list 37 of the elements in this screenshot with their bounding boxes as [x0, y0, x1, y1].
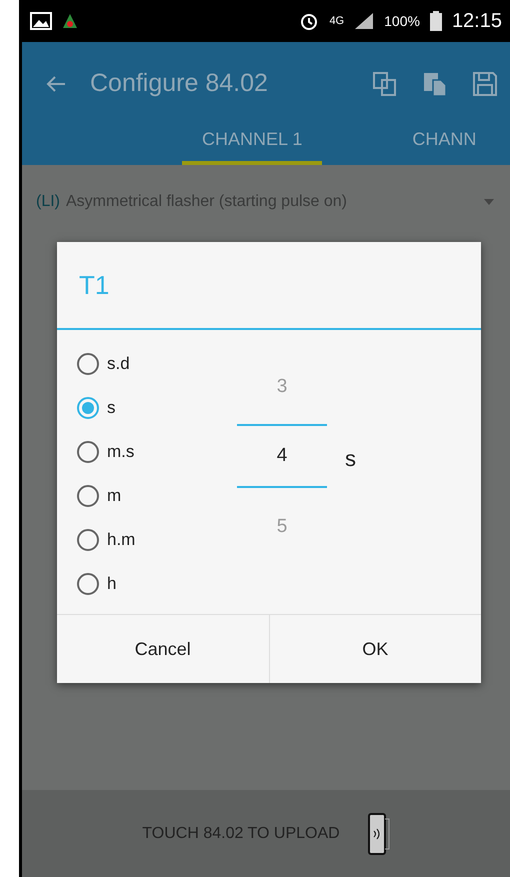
clock-time: 12:15 [452, 10, 502, 32]
radio-button[interactable] [77, 485, 99, 507]
unit-label: m [107, 486, 122, 506]
picker-previous-value[interactable]: 3 [276, 362, 288, 412]
warning-icon [62, 13, 78, 29]
dialog-button[interactable]: OK [268, 615, 481, 683]
phone-nfc-icon [368, 812, 390, 854]
battery-icon [430, 11, 442, 31]
radio-button[interactable] [77, 441, 99, 463]
unit-text: s [345, 446, 356, 472]
alarm-clock-icon [299, 11, 320, 31]
radio-button[interactable] [77, 573, 99, 595]
picker-current-value[interactable]: 4 [276, 426, 288, 486]
unit-label: s [107, 398, 116, 418]
upload-hint: TOUCH 84.02 TO UPLOAD [142, 824, 340, 842]
radio-button[interactable] [77, 529, 99, 551]
radio-button[interactable] [77, 353, 99, 375]
radio-button[interactable] [77, 397, 99, 419]
channel-tab[interactable]: CHANN [392, 125, 496, 165]
save-icon[interactable] [472, 70, 498, 96]
back-arrow-icon[interactable] [46, 74, 66, 92]
unit-label: m.s [107, 442, 134, 462]
battery-percent: 100% [384, 13, 420, 29]
dialog-button[interactable]: Cancel [57, 615, 268, 683]
unit-label: s.d [107, 354, 130, 374]
network-type: 4G [329, 15, 344, 27]
dropdown-caret-icon [484, 199, 494, 205]
dialog-title: T1 [79, 270, 110, 300]
picker-next-value[interactable]: 5 [276, 502, 288, 552]
signal-icon [354, 12, 374, 30]
screen-title: Configure 84.02 [90, 69, 269, 98]
channel-tab[interactable]: CHANNEL 1 [182, 125, 322, 165]
image-icon [30, 12, 52, 30]
unit-label: h [107, 574, 116, 594]
paste-icon[interactable] [422, 70, 448, 96]
unit-label: h.m [107, 530, 136, 550]
copy-icon[interactable] [372, 70, 398, 96]
